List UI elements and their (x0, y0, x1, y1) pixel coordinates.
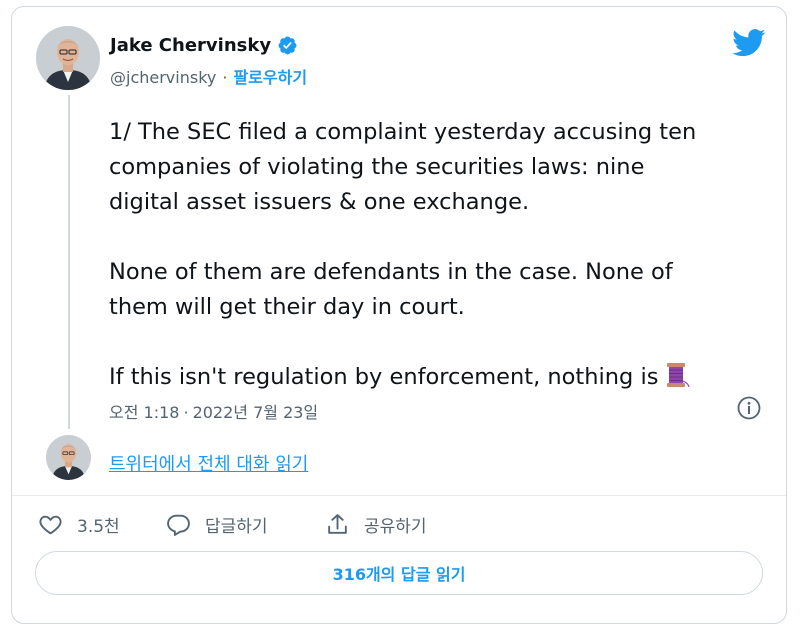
reply-label: 답글하기 (205, 516, 268, 537)
speech-bubble-icon (167, 514, 190, 536)
tweet-date: 2022년 7월 23일 (192, 403, 319, 422)
author-avatar[interactable] (36, 26, 100, 90)
twitter-bird-icon[interactable] (732, 29, 766, 57)
tweet-paragraph-2: None of them are defendants in the case.… (109, 255, 769, 325)
tweet-line: None of them are defendants in the case.… (109, 259, 673, 285)
separator-dot: · (222, 68, 228, 87)
read-replies-button[interactable]: 316개의 답글 읽기 (35, 551, 763, 595)
heart-icon (39, 515, 62, 534)
like-button[interactable]: 3.5천 (38, 507, 120, 541)
follow-link[interactable]: 팔로우하기 (233, 68, 307, 87)
tweet-line: them will get their day in court. (109, 294, 465, 320)
author-avatar-small[interactable] (46, 435, 91, 480)
author-handle[interactable]: @jchervinsky (110, 68, 216, 87)
like-count: 3.5천 (77, 516, 120, 537)
tweet-line: digital asset issuers & one exchange. (109, 189, 530, 215)
thread-connector-line (68, 95, 70, 429)
tweet-timestamp[interactable]: 오전 1:18 · 2022년 7월 23일 (109, 399, 318, 423)
share-button[interactable]: 공유하기 (325, 507, 427, 541)
author-handle-row: @jchervinsky · 팔로우하기 (110, 64, 307, 88)
tweet-line: companies of violating the securities la… (109, 154, 645, 180)
tweet-body: 1/ The SEC filed a complaint yesterday a… (109, 115, 769, 395)
separator-dot: · (183, 403, 189, 422)
tweet-line: 1/ The SEC filed a complaint yesterday a… (109, 119, 697, 145)
tweet-time: 오전 1:18 (109, 403, 180, 422)
reply-button[interactable]: 답글하기 (166, 507, 268, 541)
read-full-conversation-link[interactable]: 트위터에서 전체 대화 읽기 (109, 450, 308, 476)
author-name[interactable]: Jake Chervinsky (110, 35, 271, 56)
share-label: 공유하기 (364, 516, 427, 537)
tweet-card: Jake Chervinsky @jchervinsky · 팔로우하기 1/ Th… (11, 6, 787, 624)
verified-badge-icon (278, 36, 297, 55)
tweet-paragraph-1: 1/ The SEC filed a complaint yesterday a… (109, 115, 769, 220)
share-upload-icon (328, 513, 347, 534)
tweet-line: If this isn't regulation by enforcement,… (109, 364, 659, 390)
thread-spool-emoji (667, 363, 691, 388)
divider (12, 495, 786, 496)
tweet-paragraph-3: If this isn't regulation by enforcement,… (109, 360, 769, 395)
info-icon[interactable] (736, 395, 762, 421)
